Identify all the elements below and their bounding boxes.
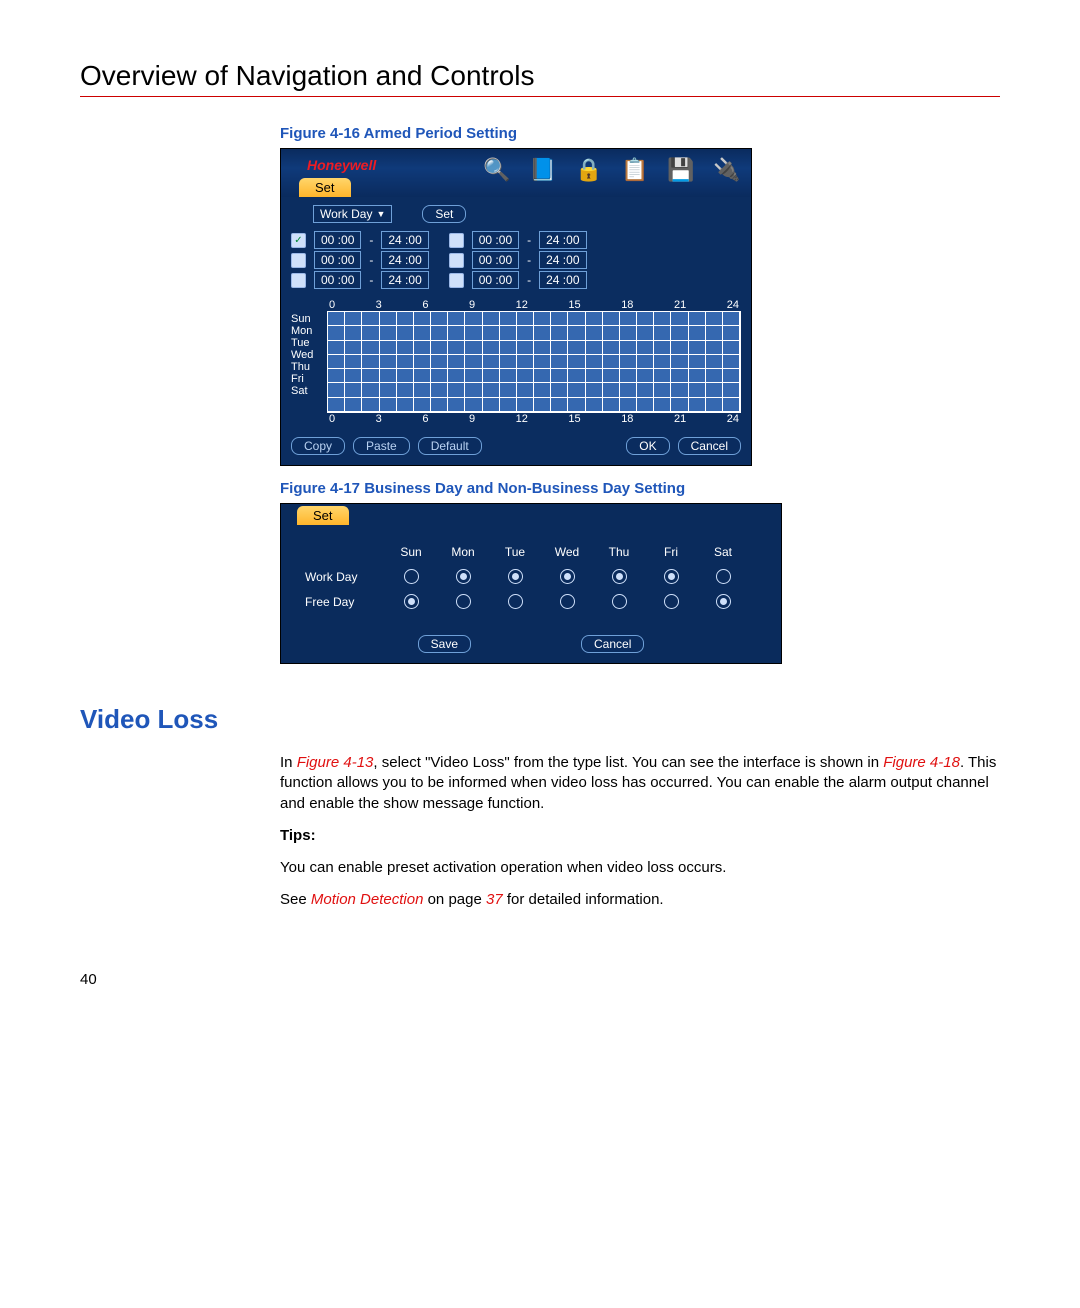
- page-title: Overview of Navigation and Controls: [80, 60, 1000, 92]
- page-37-link[interactable]: 37: [486, 891, 503, 908]
- day-header: Tue: [489, 545, 541, 559]
- time-to[interactable]: 24 :00: [381, 271, 428, 289]
- workday-radio-tue[interactable]: [508, 569, 523, 584]
- power-icon[interactable]: 🔌: [713, 157, 741, 185]
- set-tab[interactable]: Set: [297, 506, 349, 525]
- hour-ticks-bottom: 03691215182124: [327, 413, 741, 425]
- time-from[interactable]: 00 :00: [472, 251, 519, 269]
- period-checkbox[interactable]: [449, 233, 464, 248]
- tips-label: Tips:: [280, 826, 1000, 846]
- time-to[interactable]: 24 :00: [381, 251, 428, 269]
- day-header: Fri: [645, 545, 697, 559]
- workday-dropdown[interactable]: Work Day▼: [313, 205, 392, 223]
- set-tab[interactable]: Set: [299, 178, 351, 197]
- time-to[interactable]: 24 :00: [381, 231, 428, 249]
- cancel-button[interactable]: Cancel: [581, 635, 644, 653]
- time-from[interactable]: 00 :00: [314, 231, 361, 249]
- motion-detection-link[interactable]: Motion Detection: [311, 891, 424, 908]
- tips-text: You can enable preset activation operati…: [280, 858, 1000, 878]
- info-icon[interactable]: 📘: [529, 157, 557, 185]
- day-label: Sun: [291, 313, 327, 325]
- time-to[interactable]: 24 :00: [539, 271, 586, 289]
- freeday-label: Free Day: [305, 595, 385, 609]
- day-label: Mon: [291, 325, 327, 337]
- time-to[interactable]: 24 :00: [539, 231, 586, 249]
- search-icon[interactable]: 🔍: [483, 157, 511, 185]
- business-day-panel: Set Sun Mon Tue Wed Thu Fri Sat Work Day…: [280, 503, 782, 664]
- day-header: Thu: [593, 545, 645, 559]
- list-icon[interactable]: 📋: [621, 157, 649, 185]
- workday-radio-sat[interactable]: [716, 569, 731, 584]
- day-label: Thu: [291, 361, 327, 373]
- workday-radio-sun[interactable]: [404, 569, 419, 584]
- figure-4-17-caption: Figure 4-17 Business Day and Non-Busines…: [280, 480, 1000, 497]
- period-row: 00 :00 - 24 :00: [449, 251, 587, 269]
- freeday-radio-thu[interactable]: [612, 594, 627, 609]
- brand-logo: Honeywell: [307, 157, 376, 173]
- day-label: Wed: [291, 349, 327, 361]
- time-to[interactable]: 24 :00: [539, 251, 586, 269]
- paste-button[interactable]: Paste: [353, 437, 410, 455]
- period-checkbox[interactable]: [449, 273, 464, 288]
- period-checkbox[interactable]: [449, 253, 464, 268]
- video-loss-paragraph: In Figure 4-13, select "Video Loss" from…: [280, 753, 1000, 814]
- chevron-down-icon: ▼: [376, 209, 385, 219]
- period-checkbox[interactable]: [291, 253, 306, 268]
- hour-ticks-top: 03691215182124: [327, 299, 741, 311]
- freeday-radio-sat[interactable]: [716, 594, 731, 609]
- workday-radio-fri[interactable]: [664, 569, 679, 584]
- period-columns: ✓ 00 :00 - 24 :00 00 :00 - 24 :00 00 :00…: [291, 229, 741, 291]
- save-button[interactable]: Save: [418, 635, 471, 653]
- day-header: Wed: [541, 545, 593, 559]
- freeday-radio-sun[interactable]: [404, 594, 419, 609]
- toolbar-icons: 🔍 📘 🔒 📋 💾 🔌: [483, 157, 741, 185]
- lock-icon[interactable]: 🔒: [575, 157, 603, 185]
- figure-4-18-link[interactable]: Figure 4-18: [883, 754, 960, 771]
- set-button[interactable]: Set: [422, 205, 466, 223]
- copy-button[interactable]: Copy: [291, 437, 345, 455]
- period-row: 00 :00 - 24 :00: [449, 271, 587, 289]
- freeday-radio-fri[interactable]: [664, 594, 679, 609]
- workday-radio-thu[interactable]: [612, 569, 627, 584]
- freeday-radio-tue[interactable]: [508, 594, 523, 609]
- time-from[interactable]: 00 :00: [314, 251, 361, 269]
- period-checkbox[interactable]: [291, 273, 306, 288]
- ok-button[interactable]: OK: [626, 437, 669, 455]
- period-checkbox[interactable]: ✓: [291, 233, 306, 248]
- video-loss-heading: Video Loss: [80, 704, 1000, 735]
- default-button[interactable]: Default: [418, 437, 482, 455]
- period-row: 00 :00 - 24 :00: [291, 251, 429, 269]
- armed-period-panel: Honeywell 🔍 📘 🔒 📋 💾 🔌 Set Work Day▼ Set …: [280, 148, 752, 466]
- page-number: 40: [80, 971, 1000, 988]
- storage-icon[interactable]: 💾: [667, 157, 695, 185]
- workday-radio-wed[interactable]: [560, 569, 575, 584]
- day-label: Fri: [291, 373, 327, 385]
- schedule-grid: Sun Mon Tue Wed Thu Fri Sat 036912151821…: [291, 299, 741, 425]
- period-row: 00 :00 - 24 :00: [291, 271, 429, 289]
- workday-radio-mon[interactable]: [456, 569, 471, 584]
- time-from[interactable]: 00 :00: [472, 231, 519, 249]
- time-from[interactable]: 00 :00: [314, 271, 361, 289]
- time-grid[interactable]: [327, 311, 741, 413]
- title-rule: [80, 96, 1000, 97]
- period-row: 00 :00 - 24 :00: [449, 231, 587, 249]
- figure-4-13-link[interactable]: Figure 4-13: [297, 754, 374, 771]
- freeday-radio-mon[interactable]: [456, 594, 471, 609]
- day-header: Mon: [437, 545, 489, 559]
- workday-label: Work Day: [305, 570, 385, 584]
- day-label: Tue: [291, 337, 327, 349]
- period-row: ✓ 00 :00 - 24 :00: [291, 231, 429, 249]
- panel-header: Honeywell 🔍 📘 🔒 📋 💾 🔌 Set: [281, 149, 751, 197]
- day-label: Sat: [291, 385, 327, 397]
- day-header: Sat: [697, 545, 749, 559]
- time-from[interactable]: 00 :00: [472, 271, 519, 289]
- freeday-radio-wed[interactable]: [560, 594, 575, 609]
- cancel-button[interactable]: Cancel: [678, 437, 741, 455]
- see-reference: See Motion Detection on page 37 for deta…: [280, 890, 1000, 910]
- day-header: Sun: [385, 545, 437, 559]
- figure-4-16-caption: Figure 4-16 Armed Period Setting: [280, 125, 1000, 142]
